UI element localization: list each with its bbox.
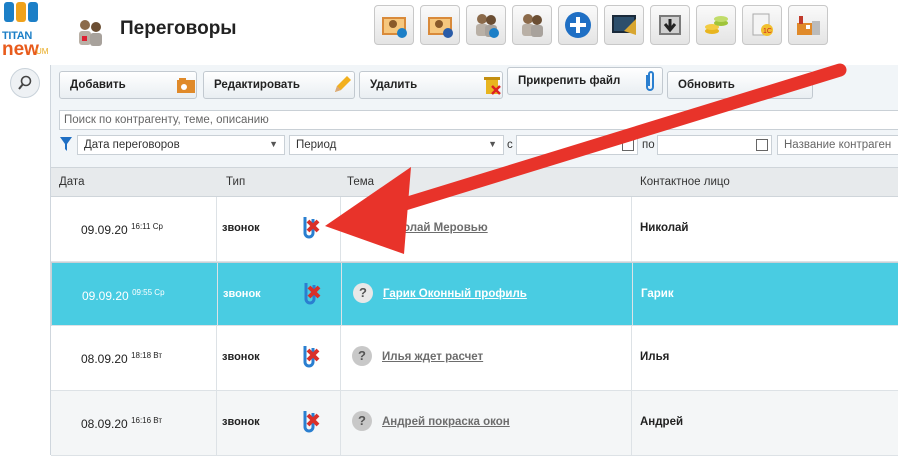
row-date: 09.09.20 09:55 Ср — [82, 288, 165, 303]
table-header: Дата Тип Тема Контактное лицо — [51, 167, 898, 197]
row-time: 18:18 Вт — [131, 351, 163, 360]
chevron-down-icon: ▼ — [488, 139, 497, 149]
unlink-file-icon[interactable] — [299, 342, 321, 370]
date-from-input[interactable] — [516, 135, 638, 155]
row-topic-link[interactable]: Николай Меровью — [382, 222, 488, 234]
negotiations-icon — [79, 20, 102, 46]
contact-info-icon[interactable] — [420, 5, 460, 45]
delete-button[interactable]: Удалить — [359, 71, 503, 99]
logo-text-new: new — [2, 39, 39, 60]
main-panel: Добавить Редактировать Удалить Прикрепит… — [50, 65, 898, 456]
monitor-icon[interactable] — [604, 5, 644, 45]
download-icon[interactable] — [650, 5, 690, 45]
date-field-select[interactable]: Дата переговоров ▼ — [77, 135, 285, 155]
row-type: звонок — [222, 416, 260, 428]
row-date: 08.09.20 18:18 Вт — [81, 351, 163, 366]
attach-file-button-label: Прикрепить файл — [518, 75, 621, 87]
row-contact: Андрей — [640, 416, 684, 428]
row-date: 08.09.20 16:16 Вт — [81, 416, 163, 431]
question-icon: ? — [352, 411, 372, 431]
unlink-file-icon[interactable] — [299, 407, 321, 435]
header-type[interactable]: Тип — [226, 176, 245, 188]
row-time: 09:55 Ср — [132, 288, 165, 297]
row-type: звонок — [223, 288, 261, 300]
row-contact: Гарик — [641, 288, 674, 300]
search-input[interactable]: Поиск по контрагенту, теме, описанию — [59, 110, 898, 130]
plus-circle-icon[interactable] — [558, 5, 598, 45]
row-topic-link[interactable]: Гарик Оконный профиль — [383, 288, 527, 300]
calendar-icon[interactable] — [622, 139, 634, 151]
row-contact: Николай — [640, 222, 689, 234]
add-contact-icon[interactable] — [374, 5, 414, 45]
page-title: Переговоры — [120, 18, 237, 39]
counterparty-placeholder: Название контраген — [784, 139, 892, 151]
table-row[interactable]: 08.09.20 18:18 Вт звонок? Илья ждет расчет… — [51, 326, 898, 391]
refresh-icon — [791, 78, 808, 88]
edit-button-label: Редактировать — [214, 79, 300, 91]
coins-icon[interactable] — [696, 5, 736, 45]
row-topic-link[interactable]: Илья ждет расчет — [382, 351, 483, 363]
date-field-value: Дата переговоров — [84, 139, 180, 151]
delete-button-label: Удалить — [370, 79, 418, 91]
top-icon-bar: 1C — [374, 5, 828, 49]
negotiations-table: Дата Тип Тема Контактное лицо 09.09.20 1… — [51, 167, 898, 456]
from-label: с — [507, 139, 513, 151]
date-to-input[interactable] — [657, 135, 772, 155]
filter-icon[interactable] — [59, 136, 73, 152]
chevron-down-icon: ▼ — [269, 139, 278, 149]
row-type: звонок — [222, 351, 260, 363]
header-date[interactable]: Дата — [59, 176, 84, 188]
question-icon: ? — [352, 346, 372, 366]
question-icon: ? — [352, 217, 372, 237]
factory-icon[interactable] — [788, 5, 828, 45]
magnifier-icon — [18, 75, 32, 90]
unlink-file-icon[interactable] — [299, 213, 321, 241]
row-topic-link[interactable]: Андрей покраска окон — [382, 416, 510, 428]
search-placeholder: Поиск по контрагенту, теме, описанию — [64, 114, 269, 126]
row-date: 09.09.20 16:11 Ср — [81, 222, 163, 237]
trash-icon — [484, 77, 501, 95]
search-toggle-button[interactable] — [10, 68, 40, 98]
table-body: 09.09.20 16:11 Ср звонок? Николай Меровью Н… — [51, 197, 898, 456]
row-contact: Илья — [640, 351, 670, 363]
logo-text-sub: UM — [36, 47, 49, 56]
row-type: звонок — [222, 222, 260, 234]
logo-mark-icon — [4, 2, 38, 22]
filter-row: Дата переговоров ▼ Период ▼ с по Названи… — [59, 135, 898, 157]
add-folder-icon — [177, 78, 195, 93]
app-logo[interactable]: TITAN new UM — [0, 0, 52, 60]
users-add-icon[interactable] — [466, 5, 506, 45]
1c-document-icon[interactable]: 1C — [742, 5, 782, 45]
pencil-icon — [335, 76, 351, 92]
to-label: по — [642, 139, 655, 151]
period-select[interactable]: Период ▼ — [289, 135, 504, 155]
refresh-button-label: Обновить — [678, 79, 735, 91]
row-time: 16:11 Ср — [131, 222, 163, 231]
users-icon[interactable] — [512, 5, 552, 45]
row-time: 16:16 Вт — [131, 416, 163, 425]
refresh-button[interactable]: Обновить — [667, 71, 813, 99]
edit-button[interactable]: Редактировать — [203, 71, 355, 99]
counterparty-input[interactable]: Название контраген — [777, 135, 898, 155]
add-button-label: Добавить — [70, 79, 126, 91]
question-icon: ? — [353, 283, 373, 303]
calendar-icon[interactable] — [756, 139, 768, 151]
table-row[interactable]: 09.09.20 16:11 Ср звонок? Николай Меровью Н… — [51, 197, 898, 262]
add-button[interactable]: Добавить — [59, 71, 197, 99]
paperclip-icon — [646, 71, 654, 91]
table-row[interactable]: 08.09.20 16:16 Вт звонок? Андрей покраска … — [51, 391, 898, 456]
header-contact[interactable]: Контактное лицо — [640, 176, 730, 188]
period-value: Период — [296, 139, 337, 151]
header-topic[interactable]: Тема — [347, 176, 374, 188]
svg-text:1C: 1C — [763, 28, 772, 35]
unlink-file-icon[interactable] — [300, 279, 322, 307]
attach-file-button[interactable]: Прикрепить файл — [507, 67, 663, 95]
table-row[interactable]: 09.09.20 09:55 Ср звонок? Гарик Оконный пр… — [51, 262, 898, 326]
